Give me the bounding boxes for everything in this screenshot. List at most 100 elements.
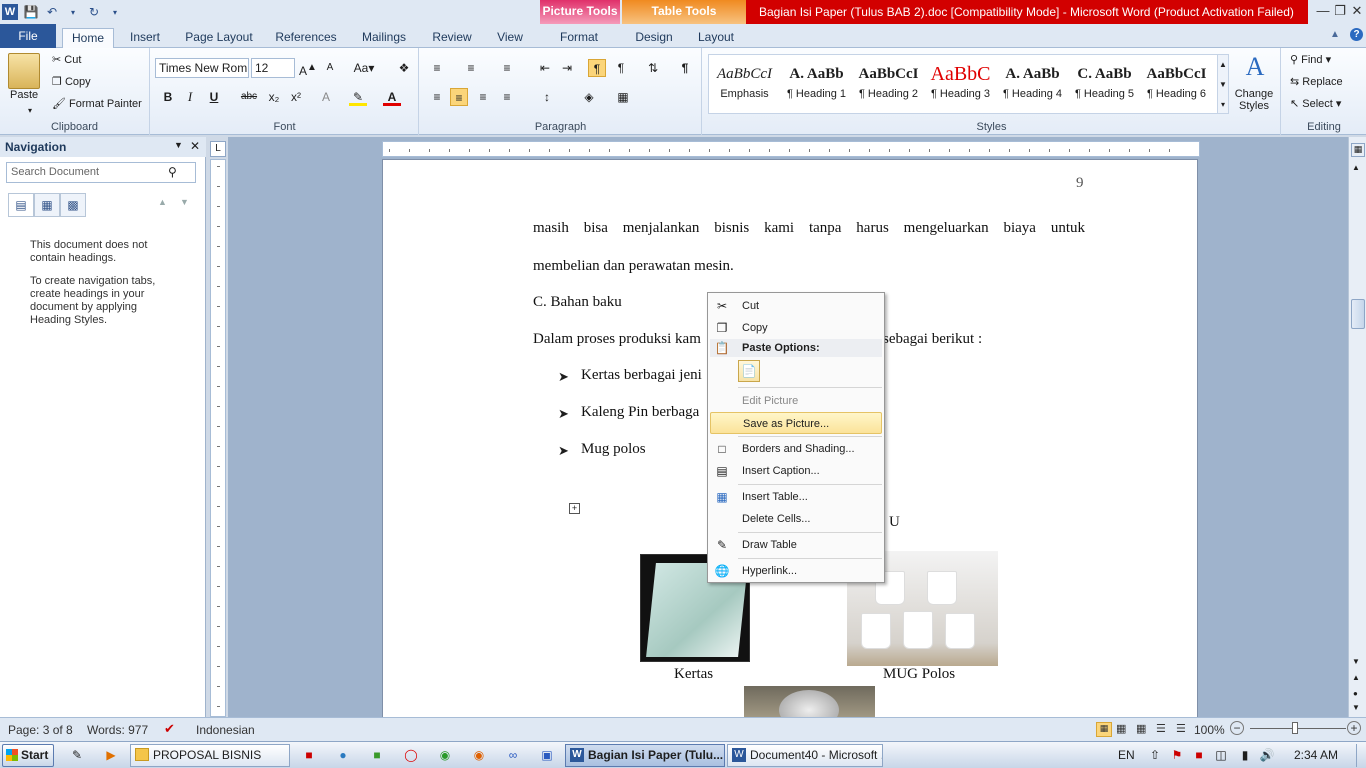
show-formatting-icon[interactable]: ¶ bbox=[676, 59, 694, 77]
tab-references[interactable]: References bbox=[270, 28, 342, 48]
multilevel-list-icon[interactable]: ≡ bbox=[498, 59, 516, 77]
select-button[interactable]: ↖ Select ▾ bbox=[1290, 97, 1341, 110]
dropdown-icon[interactable]: ▾ bbox=[65, 4, 81, 20]
network-icon[interactable]: ◫ bbox=[1212, 746, 1230, 764]
battery-icon[interactable]: ▮ bbox=[1236, 746, 1254, 764]
browse-results-tab[interactable]: ▩ bbox=[60, 193, 86, 217]
change-styles-button[interactable]: Change Styles bbox=[1231, 88, 1277, 112]
menu-item-cut[interactable]: ✂ Cut bbox=[710, 295, 882, 317]
scroll-up-icon[interactable]: ▲ bbox=[1352, 163, 1360, 172]
select-browse-object-icon[interactable]: ● bbox=[1353, 689, 1358, 698]
tab-format[interactable]: Format bbox=[548, 28, 610, 48]
font-size-box[interactable]: 12 bbox=[251, 58, 295, 78]
draft-icon[interactable]: ☰ bbox=[1176, 722, 1186, 735]
page-count[interactable]: Page: 3 of 8 bbox=[8, 723, 73, 737]
menu-item-copy[interactable]: ❐ Copy bbox=[710, 317, 882, 339]
format-painter-button[interactable]: 🖌 Format Painter bbox=[52, 97, 142, 110]
rtl-icon[interactable]: ¶ bbox=[612, 59, 630, 77]
tray-expand-icon[interactable]: ⇧ bbox=[1146, 746, 1164, 764]
change-case-icon[interactable]: Aa▾ bbox=[351, 59, 377, 77]
table-move-handle-icon[interactable]: + bbox=[569, 503, 580, 514]
menu-item-save-as-picture[interactable]: Save as Picture... bbox=[710, 412, 882, 434]
horizontal-ruler[interactable] bbox=[382, 141, 1200, 157]
style-heading-4[interactable]: A. AaBb ¶ Heading 4 bbox=[997, 60, 1068, 112]
tray-icon[interactable]: ■ bbox=[1190, 746, 1208, 764]
style-heading-5[interactable]: C. AaBb ¶ Heading 5 bbox=[1069, 60, 1140, 112]
tab-layout[interactable]: Layout bbox=[690, 28, 742, 48]
next-icon[interactable]: ▼ bbox=[180, 197, 189, 207]
styles-scroll[interactable]: ▲ ▼ ▾ bbox=[1217, 54, 1229, 114]
taskbar-document40[interactable]: W Document40 - Microsoft ... bbox=[727, 744, 883, 767]
numbering-icon[interactable]: ≡ bbox=[462, 59, 480, 77]
subscript-button[interactable]: x₂ bbox=[265, 88, 283, 106]
tab-review[interactable]: Review bbox=[426, 28, 478, 48]
style-heading-2[interactable]: AaBbCcI ¶ Heading 2 bbox=[853, 60, 924, 112]
superscript-button[interactable]: x² bbox=[287, 88, 305, 106]
font-name-box[interactable]: Times New Rom bbox=[155, 58, 249, 78]
redo-icon[interactable]: ↻ bbox=[86, 4, 102, 20]
pin-image[interactable] bbox=[744, 686, 875, 730]
opera-icon[interactable]: ◯ bbox=[402, 746, 420, 764]
style-heading-3[interactable]: AaBbC ¶ Heading 3 bbox=[925, 60, 996, 112]
grow-font-icon[interactable]: A▲ bbox=[299, 59, 317, 78]
volume-icon[interactable]: 🔊 bbox=[1258, 746, 1276, 764]
browse-headings-tab[interactable]: ▤ bbox=[8, 193, 34, 217]
sort-icon[interactable]: ⇅ bbox=[644, 59, 662, 77]
web-layout-icon[interactable]: ▦ bbox=[1136, 722, 1146, 735]
proofing-icon[interactable]: ✔ bbox=[164, 721, 175, 737]
zoom-out-icon[interactable]: − bbox=[1230, 721, 1244, 735]
taskbar-proposal-bisnis[interactable]: PROPOSAL BISNIS bbox=[130, 744, 290, 767]
paste-icon[interactable] bbox=[8, 53, 40, 89]
replace-button[interactable]: ⇆ Replace bbox=[1290, 75, 1343, 88]
vertical-scrollbar[interactable]: ▦ ▲ ▼ ▲ ● ▼ bbox=[1348, 137, 1366, 717]
input-language[interactable]: EN bbox=[1118, 748, 1135, 762]
align-center-icon[interactable]: ≡ bbox=[450, 88, 468, 106]
customize-qat-icon[interactable]: ▾ bbox=[107, 4, 123, 20]
tab-home[interactable]: Home bbox=[62, 28, 114, 49]
outline-icon[interactable]: ☰ bbox=[1156, 722, 1166, 735]
ruler-toggle-icon[interactable]: ▦ bbox=[1351, 143, 1365, 157]
find-button[interactable]: ⚲ Find ▾ bbox=[1290, 53, 1331, 66]
zoom-thumb[interactable] bbox=[1292, 722, 1298, 734]
shrink-font-icon[interactable]: A bbox=[321, 59, 339, 77]
align-left-icon[interactable]: ≡ bbox=[428, 88, 446, 106]
word-count[interactable]: Words: 977 bbox=[87, 723, 148, 737]
save-icon[interactable]: 💾 bbox=[23, 4, 39, 20]
menu-item-hyperlink[interactable]: 🌐 Hyperlink... bbox=[710, 560, 882, 582]
app-icon[interactable]: ∞ bbox=[504, 746, 522, 764]
tab-file[interactable]: File bbox=[0, 24, 56, 48]
paste-dropdown-icon[interactable]: ▾ bbox=[28, 106, 32, 115]
zoom-slider[interactable] bbox=[1250, 728, 1346, 729]
style-heading-1[interactable]: A. AaBb ¶ Heading 1 bbox=[781, 60, 852, 112]
borders-icon[interactable]: ▦ bbox=[614, 88, 632, 106]
show-desktop-button[interactable] bbox=[1356, 744, 1366, 767]
strikethrough-button[interactable]: abc bbox=[237, 88, 261, 106]
firefox-icon[interactable]: ◉ bbox=[470, 746, 488, 764]
bullets-icon[interactable]: ≡ bbox=[428, 59, 446, 77]
underline-button[interactable]: U bbox=[205, 88, 223, 106]
copy-button[interactable]: ❐ Copy bbox=[52, 75, 91, 88]
minimize-ribbon-icon[interactable]: ▲ bbox=[1330, 29, 1340, 40]
style-emphasis[interactable]: AaBbCcI Emphasis bbox=[709, 60, 780, 112]
full-screen-icon[interactable]: ▦ bbox=[1116, 722, 1126, 735]
scroll-thumb[interactable] bbox=[1351, 299, 1365, 329]
menu-item-insert-table[interactable]: ▦ Insert Table... bbox=[710, 486, 882, 508]
tab-insert[interactable]: Insert bbox=[122, 28, 168, 48]
menu-item-borders-shading[interactable]: □ Borders and Shading... bbox=[710, 438, 882, 460]
nav-close-icon[interactable]: ✕ bbox=[190, 139, 200, 153]
browse-pages-tab[interactable]: ▦ bbox=[34, 193, 60, 217]
decrease-indent-icon[interactable]: ⇤ bbox=[536, 59, 554, 77]
app-icon[interactable]: ■ bbox=[368, 746, 386, 764]
bold-button[interactable]: B bbox=[159, 88, 177, 106]
clear-format-icon[interactable]: ❖ bbox=[395, 59, 413, 77]
tray-icon[interactable]: ⚑ bbox=[1168, 746, 1186, 764]
start-button[interactable]: Start bbox=[2, 744, 54, 767]
text-effects-icon[interactable]: A bbox=[317, 88, 335, 106]
scroll-down-icon[interactable]: ▼ bbox=[1352, 657, 1360, 666]
clock[interactable]: 2:34 AM bbox=[1294, 748, 1338, 762]
close-icon[interactable]: ✕ bbox=[1348, 2, 1366, 20]
paste-button[interactable]: Paste bbox=[10, 89, 38, 101]
nav-menu-icon[interactable]: ▼ bbox=[174, 140, 183, 150]
tab-view[interactable]: View bbox=[488, 28, 532, 48]
keep-source-paste-icon[interactable]: 📄 bbox=[738, 360, 760, 382]
